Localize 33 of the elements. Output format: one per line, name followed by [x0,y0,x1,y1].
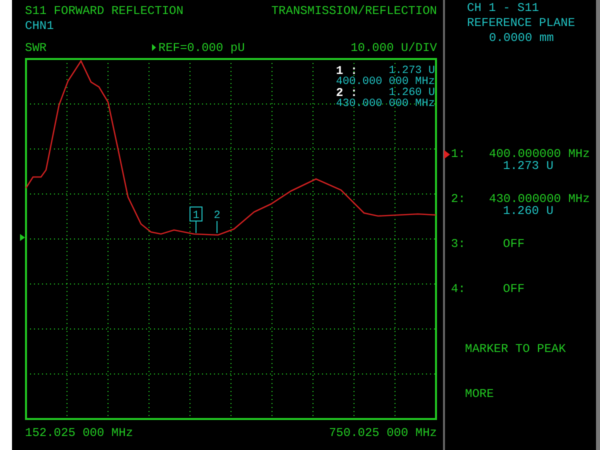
channel-label: CHN1 [25,20,54,32]
readout-marker-number: 2 : [336,88,358,99]
marker-state: OFF [503,238,525,250]
stop-frequency: 750.025 000 MHz [328,426,437,438]
marker-label: 2 [214,210,220,222]
marker-value: 1.273 U [503,160,554,172]
readout-value: 1.260 U [388,88,435,99]
start-frequency: 152.025 000 MHz [25,426,134,438]
marker-number: 3: [451,238,466,250]
marker-number: 1: [451,148,466,160]
scale-value: 10.000 U/DIV [350,42,437,54]
marker-number: 2: [451,193,466,205]
softkey-button[interactable]: MORE [445,388,596,433]
marker-label: 1 [192,210,200,222]
reference-value: REF=0.000 pU [158,42,245,54]
marker-value: 1.260 U [503,205,554,217]
panel-title: CH 1 - S11 [467,2,540,14]
mode-label: TRANSMISSION/REFLECTION [271,4,437,16]
measurement-title: S11 FORWARD REFLECTION [25,4,184,16]
readout-frequency: 430.000 000 MHz [336,99,435,110]
marker-state: OFF [503,283,525,295]
softkey-button[interactable]: MARKER TO PEAK [445,343,596,388]
readout-frequency: 400.000 000 MHz [336,77,435,88]
reference-plane-value: 0.0000 mm [488,32,555,44]
marker-frequency: 430.000000 MHz [489,193,590,205]
panel-subtitle: REFERENCE PLANE [467,17,576,29]
reference-pointer-icon [152,44,156,51]
readout-marker-number: 1 : [336,66,358,77]
readout-value: 1.273 U [388,66,435,77]
format-label: SWR [25,42,47,54]
marker-number: 4: [451,283,466,295]
marker-tick [216,220,218,234]
marker-frequency: 400.000000 MHz [489,148,590,160]
